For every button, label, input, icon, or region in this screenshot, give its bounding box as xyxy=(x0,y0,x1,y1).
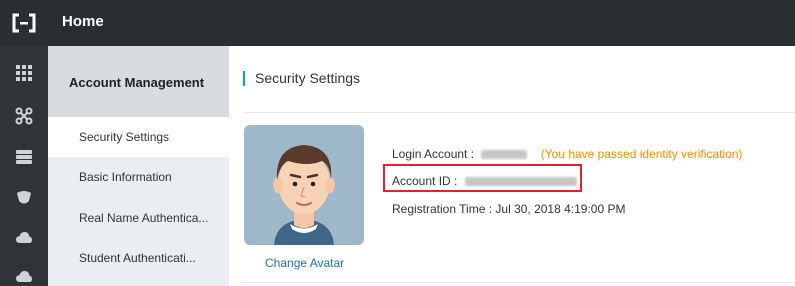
avatar-illustration xyxy=(273,145,335,245)
logo-icon[interactable] xyxy=(12,13,36,33)
registration-row: Registration Time : Jul 30, 2018 4:19:00… xyxy=(392,202,625,216)
network-icon[interactable] xyxy=(15,107,33,125)
upload-icon[interactable] xyxy=(15,268,33,286)
divider xyxy=(243,282,795,283)
sidebar-item-security-settings[interactable]: Security Settings xyxy=(48,117,229,157)
account-id-label: Account ID : xyxy=(392,174,458,188)
sidebar-item-real-name-authentication[interactable]: Real Name Authentica... xyxy=(48,198,229,238)
account-id-row: Account ID : xyxy=(392,174,577,188)
registration-time: Jul 30, 2018 4:19:00 PM xyxy=(495,202,626,216)
sidebar-title: Account Management xyxy=(69,75,205,90)
sidebar-item-label: Security Settings xyxy=(79,130,170,144)
sidebar-item-basic-information[interactable]: Basic Information xyxy=(48,157,229,197)
divider xyxy=(243,112,795,113)
avatar[interactable] xyxy=(244,125,364,245)
sidebar-item-student-authentication[interactable]: Student Authenticati... xyxy=(48,238,229,278)
storage-icon[interactable] xyxy=(15,148,33,166)
main-content: Security Settings Change Avatar Login Ac… xyxy=(229,46,795,286)
change-avatar-link[interactable]: Change Avatar xyxy=(265,256,344,270)
top-bar: Home xyxy=(0,0,795,46)
verification-status: (You have passed identity verification) xyxy=(540,147,743,161)
login-account-label: Login Account : xyxy=(392,147,475,161)
sidebar-item-label: Student Authenticati... xyxy=(79,251,196,265)
login-account-row: Login Account : (You have passed identit… xyxy=(392,147,742,161)
login-account-value-redacted xyxy=(481,150,528,160)
shield-icon[interactable] xyxy=(15,189,33,207)
cloud-icon[interactable] xyxy=(15,229,33,247)
account-id-value-redacted xyxy=(464,177,577,187)
sidebar-header: Account Management xyxy=(48,46,229,117)
grid-icon[interactable] xyxy=(15,64,33,82)
sidebar-item-label: Real Name Authentica... xyxy=(79,211,209,225)
home-title[interactable]: Home xyxy=(62,13,104,30)
sidebar-item-label: Basic Information xyxy=(79,170,172,184)
sidebar: Account Management Security Settings Bas… xyxy=(48,46,229,286)
registration-label: Registration Time : xyxy=(392,202,493,216)
page-title: Security Settings xyxy=(243,71,360,86)
icon-rail xyxy=(0,46,48,286)
